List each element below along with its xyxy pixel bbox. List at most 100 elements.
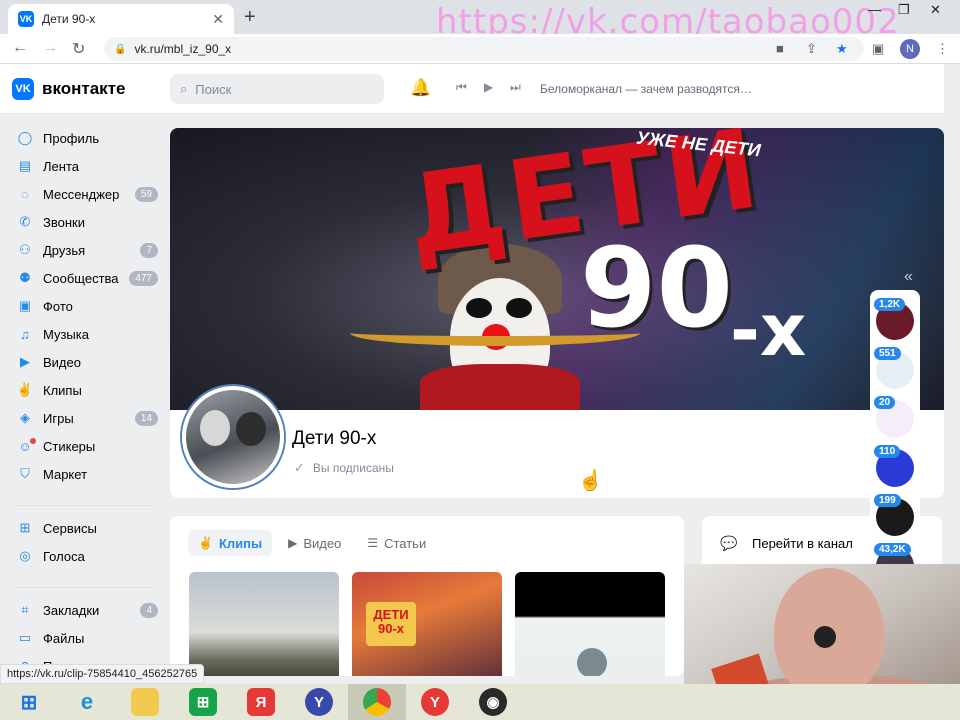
news-icon: ▤ (18, 158, 32, 173)
sidebar-item[interactable]: ◎ Голоса (0, 542, 170, 570)
clown-eye (466, 298, 492, 318)
sidebar-item-label: Закладки (43, 602, 100, 618)
sidebar-item[interactable]: ▣ Фото (0, 292, 170, 320)
sidebar-item[interactable]: ▭ Файлы (0, 624, 170, 652)
sidebar-item[interactable]: ✌ Клипы (0, 376, 170, 404)
search-input[interactable]: ⌕ Поиск (170, 74, 384, 104)
unread-dot (30, 438, 36, 444)
clip-thumbnail[interactable] (515, 572, 665, 676)
play-icon[interactable]: ▶ (484, 80, 493, 94)
previous-track-icon[interactable]: ⏮ (456, 80, 467, 95)
restore-icon[interactable]: ❐ (898, 2, 910, 18)
browser-menu-icon[interactable]: ⋮ (936, 41, 949, 57)
address-bar[interactable]: 🔒 vk.ru/mbl_iz_90_x (104, 37, 864, 61)
sidebar-item[interactable]: ♫ Музыка (0, 320, 170, 348)
vk-logo-icon: VK (12, 78, 34, 100)
sidebar-toggle-icon[interactable]: ▣ (872, 41, 884, 57)
video-camera-icon[interactable]: ■ (776, 41, 784, 56)
new-tab-button[interactable]: + (244, 6, 256, 29)
share-icon[interactable]: ⇪ (806, 41, 817, 57)
sidebar-divider (16, 488, 154, 506)
search-icon: ⌕ (180, 81, 188, 96)
content-tabs: ✌ Клипы ▶ Видео ☰ Статьи (188, 530, 442, 556)
channel-link: Перейти в канал (752, 536, 853, 551)
search-placeholder: Поиск (195, 81, 232, 97)
mouse-cursor-icon: ☝ (578, 470, 603, 492)
photo-icon: ▣ (18, 298, 32, 313)
now-playing-track[interactable]: Беломорканал — зачем разводятся… (540, 82, 752, 96)
vk-favicon-icon: VK (18, 11, 34, 27)
games-icon: ◈ (20, 410, 30, 425)
file-explorer-icon (131, 688, 159, 716)
yandex-browser-icon: Y (421, 688, 449, 716)
start-button[interactable]: ⊞ (0, 684, 58, 720)
checkmark-icon: ✓ (294, 460, 305, 475)
sidebar-item[interactable]: ☺ Стикеры (0, 432, 170, 460)
sidebar-item-label: Музыка (43, 326, 89, 342)
chat-bubble-icon: 💬 (720, 535, 738, 551)
subscribed-label: Вы подписаны (312, 461, 394, 475)
subscribed-status[interactable]: ✓ Вы подписаны (294, 460, 394, 476)
profile-avatar[interactable]: N (900, 39, 920, 59)
sidebar-item[interactable]: ⊞ Сервисы (0, 514, 170, 542)
sidebar-item-label: Видео (43, 354, 81, 370)
vk-logo[interactable]: VK вконтакте (12, 78, 125, 100)
sidebar-item[interactable]: ⛉ Маркет (0, 460, 170, 488)
taskbar-yandex[interactable]: Я (232, 684, 290, 720)
sidebar-item[interactable]: ⚇ Друзья 7 (0, 236, 170, 264)
tab-label: Статьи (384, 535, 427, 551)
taskbar-yandex-browser-alt[interactable]: Y (290, 684, 348, 720)
tab-close-icon[interactable]: ✕ (212, 11, 224, 28)
taskbar-chrome[interactable] (348, 684, 406, 720)
user-circle-icon: ◯ (17, 130, 33, 145)
message-icon: ◌ (21, 186, 29, 202)
reload-icon[interactable]: ↻ (72, 39, 85, 59)
phone-icon: ✆ (19, 214, 31, 229)
clip-thumbnail[interactable] (189, 572, 339, 676)
notifications-bell-icon[interactable]: 🔔 (410, 78, 431, 98)
articles-icon: ☰ (367, 536, 379, 550)
tab-video[interactable]: ▶ Видео (278, 530, 351, 556)
services-icon: ⊞ (19, 520, 31, 535)
taskbar-ie[interactable]: e (58, 684, 116, 720)
group-info-card (170, 410, 944, 498)
content-panel: ✌ Клипы ▶ Видео ☰ Статьи ДЕТИ 90-х (170, 516, 684, 676)
lock-icon: 🔒 (114, 43, 127, 55)
sidebar-item[interactable]: ⚉ Сообщества 477 (0, 264, 170, 292)
sidebar-item[interactable]: ▤ Лента (0, 152, 170, 180)
sidebar-item[interactable]: ◯ Профиль (0, 124, 170, 152)
taskbar-explorer[interactable] (116, 684, 174, 720)
taskbar-yandex-browser[interactable]: Y (406, 684, 464, 720)
yandex-y-icon: Y (305, 688, 333, 716)
group-avatar[interactable] (182, 386, 284, 488)
tab-label: Клипы (218, 535, 263, 551)
sidebar-item[interactable]: ◈ Игры 14 (0, 404, 170, 432)
sidebar-item[interactable]: ▶ Видео (0, 348, 170, 376)
group-name: Дети 90-х (292, 428, 377, 449)
collapse-chevron-icon[interactable]: « (904, 268, 913, 286)
tab-clips[interactable]: ✌ Клипы (188, 530, 273, 556)
internet-explorer-icon: e (80, 689, 94, 714)
tab-articles[interactable]: ☰ Статьи (357, 530, 436, 556)
store-icon: ⊞ (189, 688, 217, 716)
music-icon: ♫ (20, 326, 30, 342)
counter-badge: 14 (134, 410, 158, 426)
back-icon[interactable]: ← (12, 39, 28, 57)
sidebar-item[interactable]: ⌗ Закладки 4 (0, 596, 170, 624)
minimize-icon[interactable]: — (868, 2, 881, 17)
next-track-icon[interactable]: ⏭ (510, 80, 521, 95)
bookmark-star-icon[interactable]: ★ (836, 41, 848, 57)
notification-count-badge: 110 (874, 445, 901, 458)
browser-tab[interactable]: VK Дети 90-х ✕ (8, 4, 234, 34)
windows-logo-icon: ⊞ (20, 691, 38, 714)
sidebar-item[interactable]: ✆ Звонки (0, 208, 170, 236)
close-window-icon[interactable]: ✕ (930, 2, 941, 18)
taskbar-store[interactable]: ⊞ (174, 684, 232, 720)
forward-icon[interactable]: → (42, 39, 58, 57)
sidebar-item[interactable]: ◌ Мессенджер 59 (0, 180, 170, 208)
taskbar-obs[interactable]: ◉ (464, 684, 522, 720)
tab-label: Видео (303, 535, 342, 551)
clip-thumbnail-figure (577, 648, 607, 676)
clip-thumbnail[interactable]: ДЕТИ 90-х (352, 572, 502, 676)
friends-icon: ⚇ (19, 242, 31, 257)
